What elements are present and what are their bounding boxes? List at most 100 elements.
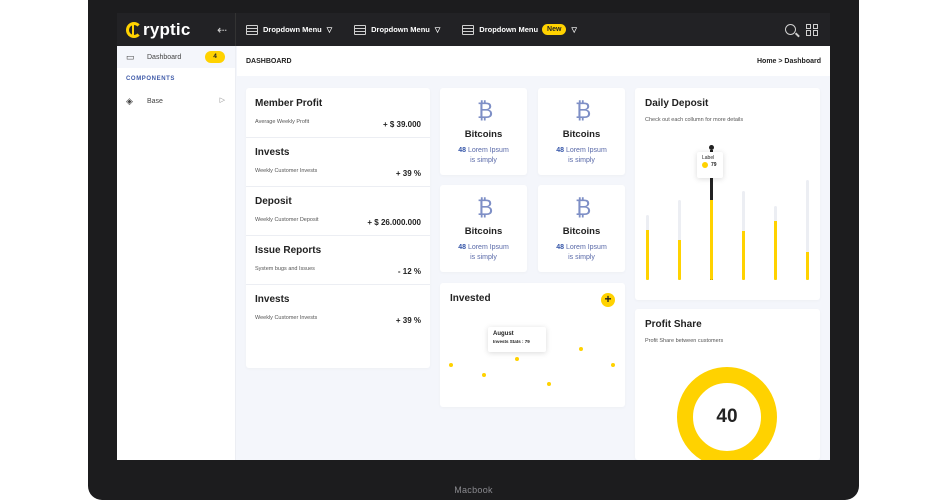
tooltip-value: 79 [711,162,717,168]
deposit-tooltip: Label 79 [697,152,723,178]
chevron-down-icon: ▽ [434,26,441,34]
coin-line1: Lorem Ipsum [565,244,607,251]
coin-title: Bitcoins [464,226,503,237]
macbook-frame: ryptic ⇠ Dropdown Menu ▽ Dropdown Menu ▽ [88,0,859,500]
stat-value: - 12 % [397,267,421,276]
device-label: Macbook [454,485,493,495]
stat-item: Invests Weekly Customer Invests + 39 % [255,147,421,178]
chart-bar[interactable] [678,200,681,280]
stat-value: + $ 26.000.000 [367,218,421,227]
page-title: DASHBOARD [246,57,292,65]
sidebar-item-base[interactable]: ◈ Base ▷ [117,90,235,112]
sidebar: ▭ Dashboard 4 COMPONENTS ◈ Base ▷ [117,46,236,460]
tooltip-text: Invests Stats : 79 [493,339,530,344]
dropdown-menu-label: Dropdown Menu [263,25,322,34]
menu-icon [246,24,258,35]
stat-item: Member Profit Average Weekly Profit + $ … [255,98,421,129]
coin-card[interactable]: ₿ Bitcoins 48 Lorem Ipsum is simply [440,88,527,175]
add-button[interactable]: + [601,293,615,307]
tooltip-title: Label [702,155,715,161]
divider [246,284,430,285]
chart-bar-active-fill [710,200,713,280]
coin-line2: is simply [470,157,497,164]
collapse-sidebar-icon[interactable]: ⇠ [217,23,227,37]
bitcoin-icon: ₿ [477,195,494,220]
top-menus: Dropdown Menu ▽ Dropdown Menu ▽ Dropdown… [236,24,785,35]
app-screen: ryptic ⇠ Dropdown Menu ▽ Dropdown Menu ▽ [117,13,830,460]
chart-point[interactable] [547,382,551,386]
coin-line1: Lorem Ipsum [565,147,607,154]
card-subtitle: Check out each collumn for more details [645,117,744,123]
chart-bar[interactable] [774,206,777,280]
coin-card[interactable]: ₿ Bitcoins 48 Lorem Ipsum is simply [440,185,527,272]
coin-card[interactable]: ₿ Bitcoins 48 Lorem Ipsum is simply [538,185,625,272]
coin-card[interactable]: ₿ Bitcoins 48 Lorem Ipsum is simply [538,88,625,175]
sidebar-item-label: Base [147,97,163,105]
coin-number: 48 [458,244,466,251]
sidebar-item-label: Dashboard [147,53,182,61]
invested-tooltip: August Invests Stats : 79 [488,327,546,352]
breadcrumb: DASHBOARD Home > Dashboard [237,46,830,76]
stat-item: Issue Reports System bugs and Issues - 1… [255,245,421,276]
tooltip-title: August [493,331,514,337]
divider [246,235,430,236]
stat-title: Invests [255,294,290,305]
chevron-down-icon: ▽ [571,26,577,34]
dashboard-count-badge: 4 [205,51,225,63]
dropdown-menu-3[interactable]: Dropdown Menu New ▽ [462,24,577,35]
coin-title: Bitcoins [562,129,601,140]
coin-line2: is simply [568,254,595,261]
chart-bar[interactable] [742,191,745,280]
stat-item: Invests Weekly Customer Invests + 39 % [255,294,421,325]
coin-line1: Lorem Ipsum [467,147,509,154]
menu-icon [462,24,475,35]
stat-title: Deposit [255,196,292,207]
chart-bar[interactable] [806,180,809,280]
profit-share-card: Profit Share Profit Share between custom… [635,309,820,460]
daily-deposit-card: Daily Deposit Check out each collumn for… [635,88,820,300]
apps-grid-icon[interactable] [806,23,818,36]
stat-value: + $ 39.000 [382,120,421,129]
brand-logo[interactable]: ryptic [126,20,191,40]
dashboard-monitor-icon: ▭ [126,52,135,62]
legend-dot [702,162,708,168]
chart-point[interactable] [579,347,583,351]
stat-value: + 39 % [395,316,421,325]
coin-description: 48 Lorem Ipsum is simply [440,243,527,263]
card-subtitle: Profit Share between customers [645,338,724,344]
menu-icon [354,24,367,35]
chart-bar[interactable] [646,215,649,280]
coin-number: 48 [556,244,564,251]
chart-point[interactable] [482,373,486,377]
breadcrumb-path[interactable]: Home > Dashboard [757,58,821,65]
chart-point[interactable] [515,357,519,361]
logo-coin-icon [126,21,142,38]
top-actions [785,23,818,36]
card-title: Profit Share [645,319,702,330]
stats-card: Member Profit Average Weekly Profit + $ … [246,88,430,368]
bitcoin-icon: ₿ [477,98,494,123]
dropdown-menu-label: Dropdown Menu [479,25,539,34]
chart-point[interactable] [611,363,615,367]
coin-description: 48 Lorem Ipsum is simply [538,243,625,263]
new-badge: New [542,24,567,35]
stat-title: Invests [255,147,290,158]
sidebar-section-label: COMPONENTS [126,76,176,82]
stat-subtitle: System bugs and Issues [255,266,315,272]
card-title: Daily Deposit [645,98,709,109]
chevron-down-icon: ▽ [326,26,333,34]
dropdown-menu-2[interactable]: Dropdown Menu ▽ [354,24,441,35]
chart-point[interactable] [449,363,453,367]
dropdown-menu-1[interactable]: Dropdown Menu ▽ [246,24,333,35]
stat-title: Issue Reports [255,245,322,256]
coin-number: 48 [458,147,466,154]
coin-title: Bitcoins [562,226,601,237]
divider [246,186,430,187]
sidebar-item-dashboard[interactable]: ▭ Dashboard 4 [117,46,235,68]
search-icon[interactable] [785,24,796,35]
donut-value: 40 [716,406,738,427]
profit-share-donut[interactable]: 40 [677,367,777,460]
brand-name: ryptic [143,19,191,39]
stat-value: + 39 % [395,169,421,178]
bitcoin-icon: ₿ [575,195,592,220]
